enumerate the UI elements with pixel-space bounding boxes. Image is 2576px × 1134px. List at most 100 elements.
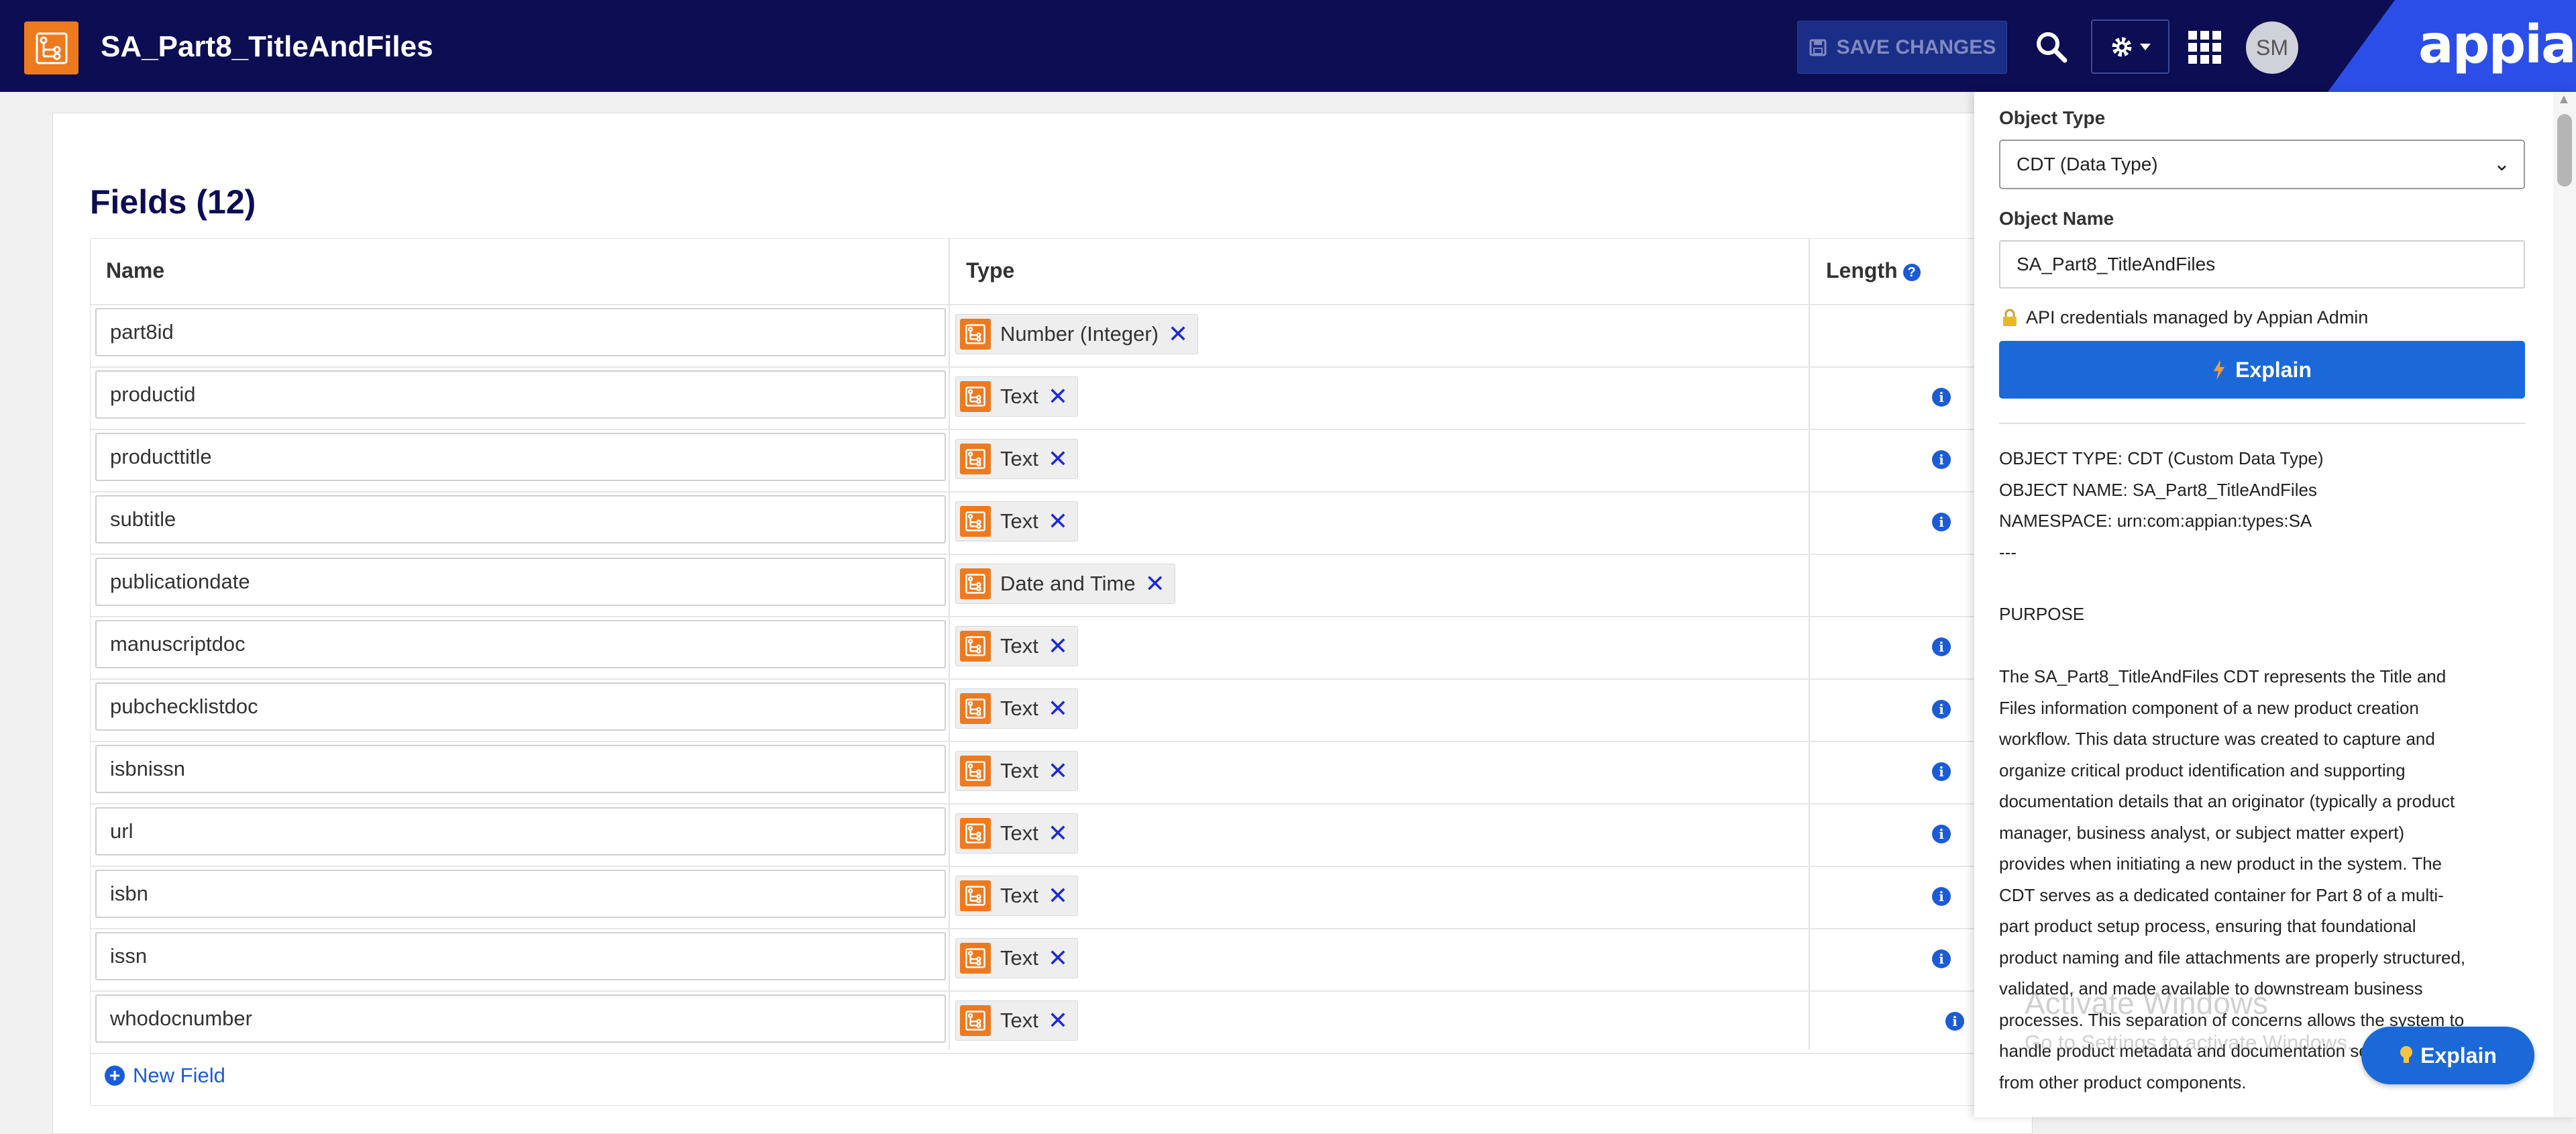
remove-type-icon[interactable]: ✕ bbox=[1048, 946, 1068, 970]
cdt-app-icon bbox=[24, 21, 78, 74]
field-type-chip[interactable]: Date and Time ✕ bbox=[955, 564, 1175, 604]
field-name-input[interactable]: url bbox=[95, 807, 946, 856]
remove-type-icon[interactable]: ✕ bbox=[1048, 697, 1068, 721]
remove-type-icon[interactable]: ✕ bbox=[1048, 759, 1068, 783]
field-type-chip[interactable]: Text ✕ bbox=[955, 376, 1079, 417]
cdt-type-icon bbox=[960, 693, 991, 724]
table-row-divider bbox=[90, 866, 2035, 867]
info-icon[interactable]: i bbox=[1932, 949, 1951, 968]
info-icon[interactable]: i bbox=[1932, 700, 1951, 719]
info-icon[interactable]: i bbox=[1932, 887, 1951, 906]
field-type-label: Text bbox=[1000, 759, 1038, 782]
field-name-input[interactable]: publicationdate bbox=[95, 558, 946, 606]
settings-menu-button[interactable] bbox=[2091, 19, 2169, 74]
cdt-type-icon bbox=[960, 506, 991, 537]
chevron-down-icon bbox=[2139, 43, 2151, 50]
new-field-link[interactable]: + New Field bbox=[105, 1064, 225, 1088]
explain-button-label: Explain bbox=[2235, 357, 2312, 382]
info-icon[interactable]: i bbox=[1932, 825, 1951, 843]
remove-type-icon[interactable]: ✕ bbox=[1048, 1009, 1068, 1033]
search-button[interactable] bbox=[2030, 25, 2073, 68]
field-type-chip[interactable]: Text ✕ bbox=[955, 813, 1079, 854]
remove-type-icon[interactable]: ✕ bbox=[1168, 322, 1188, 346]
cdt-type-icon bbox=[960, 756, 991, 786]
purpose-line: The SA_Part8_TitleAndFiles CDT represent… bbox=[1999, 666, 2447, 686]
field-type-label: Text bbox=[1000, 697, 1038, 720]
field-type-chip[interactable]: Text ✕ bbox=[955, 626, 1079, 666]
purpose-line: provides when initiating a new product i… bbox=[1999, 854, 2442, 874]
field-type-chip[interactable]: Text ✕ bbox=[955, 876, 1079, 916]
purpose-line: Files information component of a new pro… bbox=[1999, 697, 2419, 718]
remove-type-icon[interactable]: ✕ bbox=[1145, 572, 1165, 596]
table-row-divider bbox=[90, 491, 2035, 493]
remove-type-icon[interactable]: ✕ bbox=[1048, 384, 1068, 409]
object-type-value: CDT (Data Type) bbox=[2017, 154, 2158, 174]
purpose-line: documentation details that an originator… bbox=[1999, 791, 2455, 811]
field-type-chip[interactable]: Text ✕ bbox=[955, 938, 1079, 978]
field-type-label: Text bbox=[1000, 634, 1038, 658]
table-row-divider bbox=[90, 990, 2035, 992]
field-type-chip[interactable]: Text ✕ bbox=[955, 501, 1079, 542]
save-changes-button[interactable]: SAVE CHANGES bbox=[1797, 21, 2007, 74]
grid-icon bbox=[2188, 31, 2221, 64]
remove-type-icon[interactable]: ✕ bbox=[1048, 821, 1068, 845]
field-type-chip[interactable]: Text ✕ bbox=[955, 1000, 1079, 1041]
api-credentials-note: API credentials managed by Appian Admin bbox=[2002, 307, 2368, 328]
scroll-up-arrow-icon[interactable]: ▲ bbox=[2557, 92, 2571, 107]
table-row-divider bbox=[90, 678, 2035, 680]
field-name-input[interactable]: producttitle bbox=[95, 433, 946, 481]
purpose-line: organize critical product identification… bbox=[1999, 760, 2406, 780]
field-name-input[interactable]: subtitle bbox=[95, 495, 946, 544]
field-name-input[interactable]: part8id bbox=[95, 308, 946, 356]
field-type-chip[interactable]: Number (Integer) ✕ bbox=[955, 314, 1199, 354]
column-header-length: Length? bbox=[1826, 247, 1921, 294]
cdt-type-icon bbox=[960, 631, 991, 662]
info-icon[interactable]: i bbox=[1932, 450, 1951, 469]
field-name-input[interactable]: isbn bbox=[95, 870, 946, 918]
info-icon[interactable]: i bbox=[1932, 762, 1951, 781]
user-avatar[interactable]: SM bbox=[2246, 21, 2298, 74]
panel-scrollbar[interactable] bbox=[2553, 92, 2576, 1117]
app-launcher-button[interactable] bbox=[2186, 28, 2224, 67]
purpose-line: manager, business analyst, or subject ma… bbox=[1999, 822, 2405, 843]
info-icon[interactable]: i bbox=[1932, 637, 1951, 656]
activate-windows-watermark: Activate Windows bbox=[2025, 986, 2269, 1021]
column-header-name: Name bbox=[106, 258, 165, 282]
remove-type-icon[interactable]: ✕ bbox=[1048, 884, 1068, 908]
info-icon[interactable]: i bbox=[1932, 388, 1951, 407]
object-name-label: Object Name bbox=[1999, 208, 2114, 229]
floating-explain-button[interactable]: Explain bbox=[2361, 1027, 2534, 1084]
field-type-chip[interactable]: Text ✕ bbox=[955, 751, 1079, 791]
info-icon[interactable]: i bbox=[1945, 1012, 1964, 1031]
info-icon[interactable]: i bbox=[1932, 513, 1951, 531]
field-name-input[interactable]: productid bbox=[95, 370, 946, 419]
remove-type-icon[interactable]: ✕ bbox=[1048, 447, 1068, 471]
field-name-input[interactable]: issn bbox=[95, 932, 946, 980]
field-type-label: Text bbox=[1000, 884, 1038, 907]
object-name-input[interactable]: SA_Part8_TitleAndFiles bbox=[1999, 240, 2525, 289]
remove-type-icon[interactable]: ✕ bbox=[1048, 634, 1068, 658]
field-type-label: Text bbox=[1000, 1009, 1038, 1032]
field-name-input[interactable]: manuscriptdoc bbox=[95, 620, 946, 668]
field-name-input[interactable]: whodocnumber bbox=[95, 994, 946, 1043]
object-type-select[interactable]: CDT (Data Type) ⌄ bbox=[1999, 140, 2525, 189]
field-name-input[interactable]: pubchecklistdoc bbox=[95, 682, 946, 731]
table-row-divider bbox=[90, 429, 2035, 430]
field-type-chip[interactable]: Text ✕ bbox=[955, 688, 1079, 729]
purpose-line: workflow. This data structure was create… bbox=[1999, 729, 2435, 749]
fields-heading: Fields (12) bbox=[90, 183, 256, 221]
explain-button[interactable]: Explain bbox=[1999, 341, 2525, 399]
object-info-block: OBJECT TYPE: CDT (Custom Data Type) OBJE… bbox=[1999, 443, 2529, 568]
table-row-divider bbox=[90, 554, 2035, 555]
table-row-divider bbox=[90, 1053, 2035, 1054]
help-icon[interactable]: ? bbox=[1902, 263, 1921, 281]
field-type-label: Text bbox=[1000, 821, 1038, 845]
cdt-type-icon bbox=[960, 1005, 991, 1036]
panel-divider bbox=[1999, 423, 2525, 424]
field-name-input[interactable]: isbnissn bbox=[95, 745, 946, 793]
remove-type-icon[interactable]: ✕ bbox=[1048, 509, 1068, 533]
field-type-chip[interactable]: Text ✕ bbox=[955, 439, 1079, 479]
purpose-line: CDT serves as a dedicated container for … bbox=[1999, 884, 2444, 905]
plus-circle-icon: + bbox=[105, 1066, 125, 1086]
scrollbar-thumb[interactable] bbox=[2557, 114, 2572, 187]
